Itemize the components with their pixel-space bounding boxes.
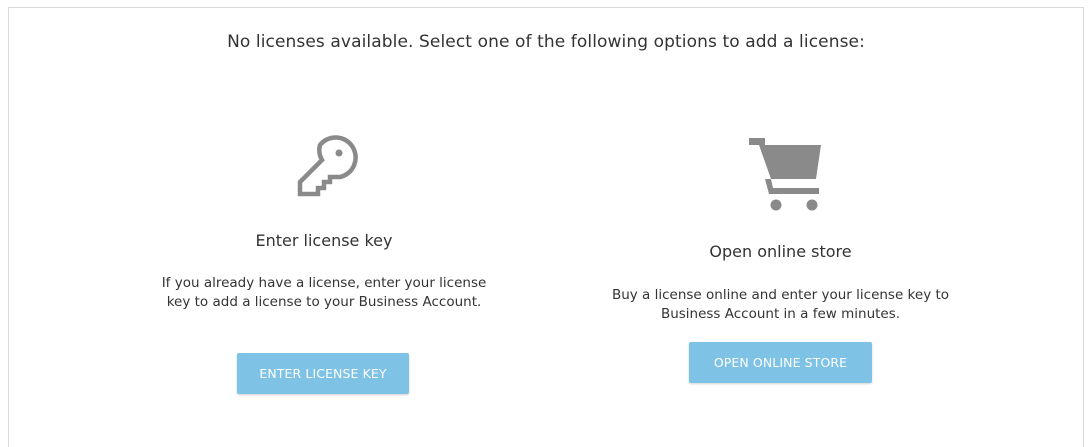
- no-licenses-headline: No licenses available. Select one of the…: [227, 32, 865, 52]
- open-online-store-title: Open online store: [709, 242, 852, 261]
- enter-license-key-button[interactable]: ENTER LICENSE KEY: [237, 353, 409, 394]
- open-online-store-button[interactable]: OPEN ONLINE STORE: [689, 342, 872, 383]
- enter-license-key-title: Enter license key: [255, 231, 393, 250]
- shopping-cart-icon: [749, 138, 821, 211]
- license-panel: No licenses available. Select one of the…: [8, 7, 1084, 447]
- open-online-store-description: Buy a license online and enter your lice…: [611, 287, 950, 322]
- key-icon: [297, 135, 358, 197]
- enter-license-key-description: If you already have a license, enter you…: [161, 275, 487, 310]
